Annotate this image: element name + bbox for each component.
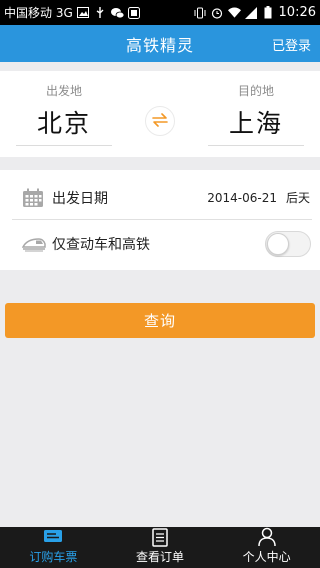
login-status-button[interactable]: 已登录 <box>272 35 311 54</box>
order-list-icon <box>152 527 168 547</box>
high-speed-filter-row: 仅查动车和高铁 <box>12 222 312 266</box>
swap-stations-button[interactable] <box>145 106 175 136</box>
departure-station[interactable]: 出发地 北京 <box>16 71 112 146</box>
tab-label: 个人中心 <box>242 550 291 564</box>
status-left: 中国移动 3G <box>4 4 141 21</box>
alarm-icon <box>211 7 224 19</box>
arrival-city: 上海 <box>228 109 283 138</box>
wifi-icon <box>227 7 241 19</box>
status-time: 10:26 <box>278 5 316 20</box>
person-icon <box>257 527 276 547</box>
signal-icon <box>245 6 258 19</box>
station-selector: 出发地 北京 目的地 上海 <box>0 71 320 157</box>
arrival-underline <box>208 145 304 146</box>
departure-date-label: 出发日期 <box>52 190 108 207</box>
arrival-station[interactable]: 目的地 上海 <box>208 71 304 146</box>
toggle-knob <box>267 233 289 255</box>
tab-view-orders[interactable]: 查看订单 <box>107 527 214 568</box>
search-button[interactable]: 查询 <box>5 303 315 338</box>
vibrate-icon <box>194 7 207 19</box>
departure-date-row[interactable]: 出发日期 2014-06-21 后天 <box>12 176 312 220</box>
battery-icon <box>262 6 275 19</box>
tab-personal-center[interactable]: 个人中心 <box>213 527 320 568</box>
image-icon <box>77 7 90 19</box>
app-header: 高铁精灵 已登录 <box>0 25 320 62</box>
tab-book-tickets[interactable]: 订购车票 <box>0 527 107 568</box>
tab-label: 查看订单 <box>136 550 185 564</box>
high-speed-filter-toggle[interactable] <box>265 231 311 257</box>
train-icon <box>22 233 46 255</box>
status-bar: 中国移动 3G 10:26 <box>0 0 320 25</box>
bottom-tab-bar: 订购车票 查看订单 个人中心 <box>0 527 320 568</box>
calendar-icon <box>22 187 46 209</box>
carrier-text: 中国移动 3G <box>4 6 73 20</box>
search-options: 出发日期 2014-06-21 后天 仅查动车和高铁 <box>0 170 320 270</box>
status-right: 10:26 <box>194 5 316 20</box>
wechat-icon <box>110 7 124 19</box>
arrival-label: 目的地 <box>237 84 274 98</box>
swap-arrows-icon <box>151 112 169 131</box>
ticket-icon <box>43 527 63 547</box>
usb-icon <box>94 6 107 19</box>
page-title: 高铁精灵 <box>125 35 194 55</box>
high-speed-filter-label: 仅查动车和高铁 <box>52 237 150 253</box>
departure-underline <box>16 145 112 146</box>
departure-date-value: 2014-06-21 <box>207 190 277 205</box>
app-notification-icon <box>128 6 141 19</box>
departure-date-relative: 后天 <box>285 191 310 205</box>
departure-label: 出发地 <box>45 84 82 98</box>
departure-city: 北京 <box>36 109 91 138</box>
tab-label: 订购车票 <box>29 550 78 564</box>
